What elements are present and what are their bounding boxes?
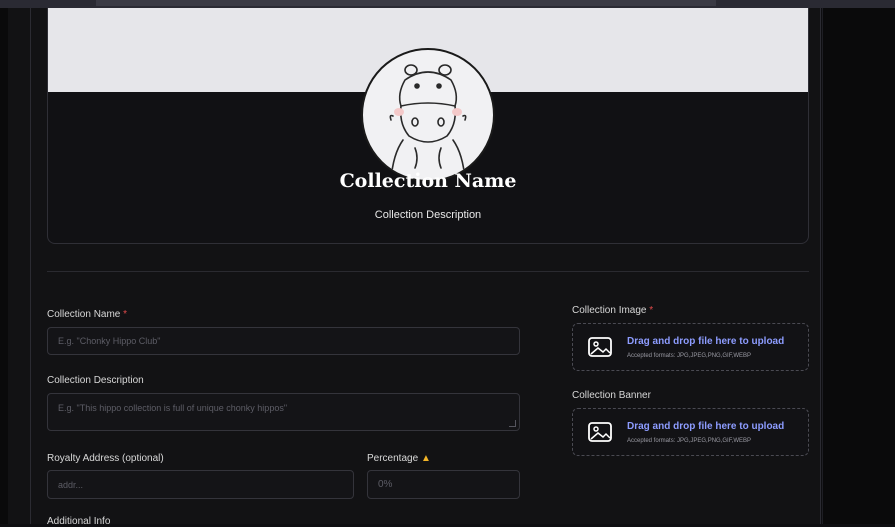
hippo-icon [389, 64, 467, 180]
collection-banner-label: Collection Banner [572, 390, 651, 401]
right-panel [822, 8, 895, 524]
required-mark: * [649, 305, 654, 316]
browser-top-bar [0, 0, 895, 8]
section-divider [47, 271, 809, 272]
collection-name-input[interactable]: E.g. "Chonky Hippo Club" [47, 327, 520, 355]
preview-collection-title: Collection Name [339, 170, 517, 192]
collection-image-label: Collection Image * [572, 305, 654, 316]
preview-collection-description: Collection Description [374, 209, 482, 221]
left-gutter [0, 8, 8, 524]
percentage-label: Percentage ▲ [367, 453, 431, 464]
royalty-address-label: Royalty Address (optional) [47, 453, 164, 464]
warning-triangle-icon[interactable]: ▲ [421, 453, 431, 464]
additional-info-label: Additional Info [47, 516, 111, 527]
image-upload-icon [588, 422, 612, 442]
collection-avatar [361, 48, 495, 182]
collection-image-dropzone[interactable]: Drag and drop file here to upload Accept… [572, 323, 809, 371]
collection-preview-card: Collection Name Collection Description [47, 8, 809, 244]
resize-handle[interactable] [509, 420, 516, 427]
image-upload-text: Drag and drop file here to upload [627, 336, 785, 347]
image-accepted-formats: Accepted formats: JPG,JPEG,PNG,GIF,WEBP [627, 353, 752, 359]
banner-accepted-formats: Accepted formats: JPG,JPEG,PNG,GIF,WEBP [627, 438, 752, 444]
collection-banner-dropzone[interactable]: Drag and drop file here to upload Accept… [572, 408, 809, 456]
left-border-line [30, 8, 31, 524]
percentage-input[interactable]: 0% [367, 470, 520, 499]
required-mark: * [123, 309, 128, 320]
collection-name-label: Collection Name * [47, 309, 128, 320]
royalty-address-input[interactable]: addr... [47, 470, 354, 499]
right-border-line [820, 8, 821, 524]
collection-description-textarea[interactable]: E.g. "This hippo collection is full of u… [47, 393, 520, 431]
collection-description-label: Collection Description [47, 375, 144, 386]
image-upload-icon [588, 337, 612, 357]
banner-upload-text: Drag and drop file here to upload [627, 421, 785, 432]
top-bar-highlight [96, 0, 716, 6]
